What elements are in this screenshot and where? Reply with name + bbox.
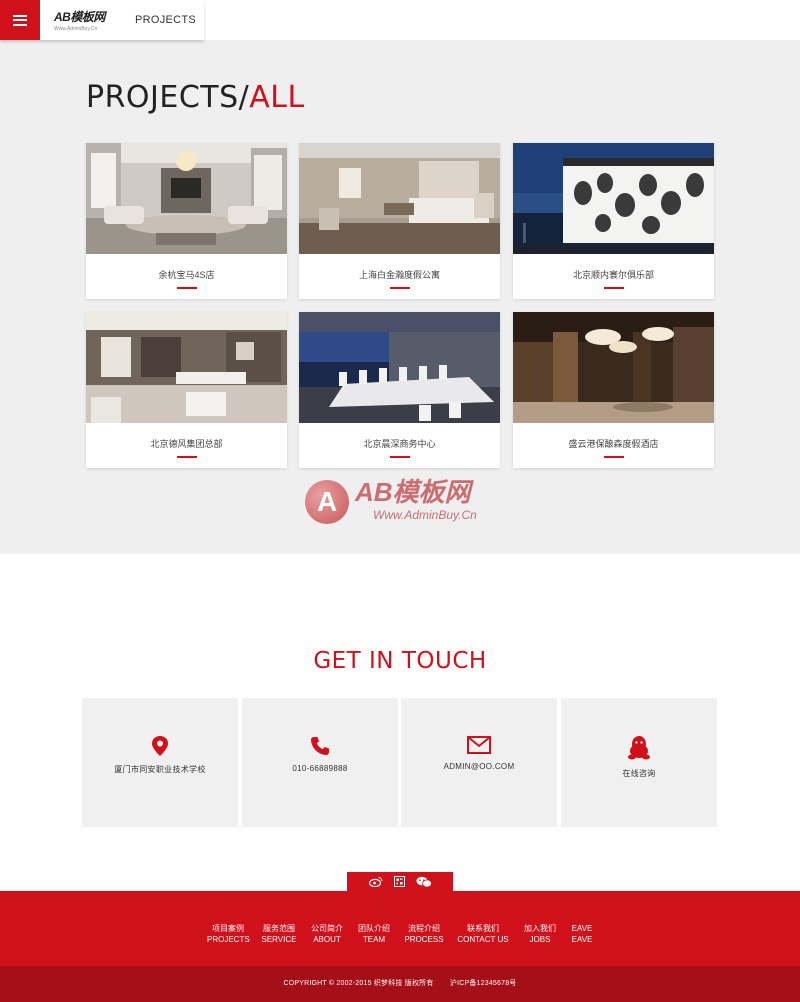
hamburger-icon [13,14,27,26]
project-thumbnail [86,143,287,254]
footer-nav-projects[interactable]: 项目案例 PROJECTS [207,923,250,945]
footer-nav-cn: EAVE [571,924,593,933]
project-thumbnail [299,312,500,423]
project-card[interactable]: 上海白金瀚度假公寓 [299,143,500,299]
caption-underline [389,456,410,458]
footer-nav-en: EAVE [571,935,593,944]
caption-underline [389,287,410,289]
footer-nav-en: TEAM [362,935,386,944]
qq-penguin-icon [628,736,650,760]
current-section-label: PROJECTS [135,14,197,26]
footer-nav-en: JOBS [529,935,551,944]
caption-underline [176,456,197,458]
footer-nav-jobs[interactable]: 加入我们 JOBS [522,923,558,945]
footer-nav-cn: 联系我们 [467,924,499,933]
icp-text: 沪ICP备12345678号 [449,980,517,987]
footer-nav-en: ABOUT [313,935,341,944]
contact-text: ADMIN@OO.COM [443,762,515,771]
footer-nav-contact[interactable]: 联系我们 CONTACT US [455,923,511,945]
footer-nav-cn: 服务范围 [263,924,295,933]
project-thumbnail [513,312,714,423]
footer-nav-en: CONTACT US [457,935,509,944]
project-card[interactable]: 北京德风集团总部 [86,312,287,468]
phone-icon [311,737,329,755]
location-pin-icon [152,736,168,756]
footer-nav-about[interactable]: 公司简介 ABOUT [309,923,345,945]
project-caption: 上海白金瀚度假公寓 [358,270,440,280]
footer-nav-team[interactable]: 团队介绍 TEAM [356,923,392,945]
site-logo[interactable]: AB模板网 Www.AdminBuy.Cn [40,0,125,40]
page-title: PROJECTS/ALL [86,80,305,115]
logo-subtext: Www.AdminBuy.Cn [54,26,98,32]
contact-email[interactable]: ADMIN@OO.COM [401,698,557,827]
project-caption: 盛云港保酿森度假酒店 [568,439,659,449]
footer-nav-cn: 项目案例 [212,924,244,933]
project-card[interactable]: 北京晨深商务中心 [299,312,500,468]
social-tab [347,872,453,891]
contact-text: 在线咨询 [622,769,656,778]
project-card[interactable]: 余杭宝马4S店 [86,143,287,299]
contact-online-chat[interactable]: 在线咨询 [561,698,717,827]
project-thumbnail [86,312,287,423]
contact-address[interactable]: 厦门市同安职业技术学校 [82,698,238,827]
logo-text: AB模板网 [54,10,105,24]
project-thumbnail [299,143,500,254]
hamburger-menu-button[interactable] [0,0,40,40]
footer: 项目案例 PROJECTS 服务范围 SERVICE 公司简介 ABOUT 团队介绍 T… [0,891,800,966]
caption-underline [603,287,624,289]
project-card[interactable]: 盛云港保酿森度假酒店 [513,312,714,468]
caption-underline [176,287,197,289]
caption-underline [603,456,624,458]
title-accent: ALL [249,80,305,115]
footer-nav-process[interactable]: 流程介绍 PROCESS [404,923,444,945]
footer-nav-cn: 流程介绍 [408,924,440,933]
contact-title: GET IN TOUCH [313,648,487,674]
copyright-bar: COPYRIGHT © 2002-2015 织梦科技 版权所有 沪ICP备123… [0,966,800,1002]
watermark-url: Www.AdminBuy.Cn [373,508,477,522]
footer-nav-en: PROCESS [404,935,444,944]
projects-section: PROJECTS/ALL 余杭宝马4S店 上海白金瀚度假公寓 北京顺内寰尔俱乐部… [0,40,800,554]
project-card[interactable]: 北京顺内寰尔俱乐部 [513,143,714,299]
qrcode-icon[interactable] [393,876,405,887]
footer-nav-cn: 公司简介 [311,924,343,933]
footer-nav-en: SERVICE [261,935,297,944]
project-caption: 北京晨深商务中心 [363,439,436,449]
weibo-icon[interactable] [368,876,383,887]
project-caption: 北京顺内寰尔俱乐部 [572,270,654,280]
project-thumbnail [513,143,714,254]
wechat-icon[interactable] [416,876,432,888]
project-caption: 北京德风集团总部 [150,439,223,449]
footer-nav-service[interactable]: 服务范围 SERVICE [261,923,297,945]
footer-nav-cn: 加入我们 [524,924,556,933]
mail-icon [467,736,491,754]
contact-phone[interactable]: 010-66889888 [242,698,398,827]
watermark-badge-icon [305,480,349,524]
watermark-text: AB模板网 [355,477,471,507]
top-header: AB模板网 Www.AdminBuy.Cn PROJECTS [0,0,204,40]
project-caption: 余杭宝马4S店 [158,270,215,280]
footer-nav-cn: 团队介绍 [358,924,390,933]
title-main: PROJECTS/ [86,80,250,115]
footer-nav-en: PROJECTS [207,935,250,944]
copyright-text: COPYRIGHT © 2002-2015 织梦科技 版权所有 [283,980,434,987]
contact-text: 010-66889888 [292,764,348,773]
watermark-logo: AB模板网 Www.AdminBuy.Cn [305,470,505,540]
contact-text: 厦门市同安职业技术学校 [114,765,206,774]
footer-nav-eave[interactable]: EAVE EAVE [566,923,598,945]
